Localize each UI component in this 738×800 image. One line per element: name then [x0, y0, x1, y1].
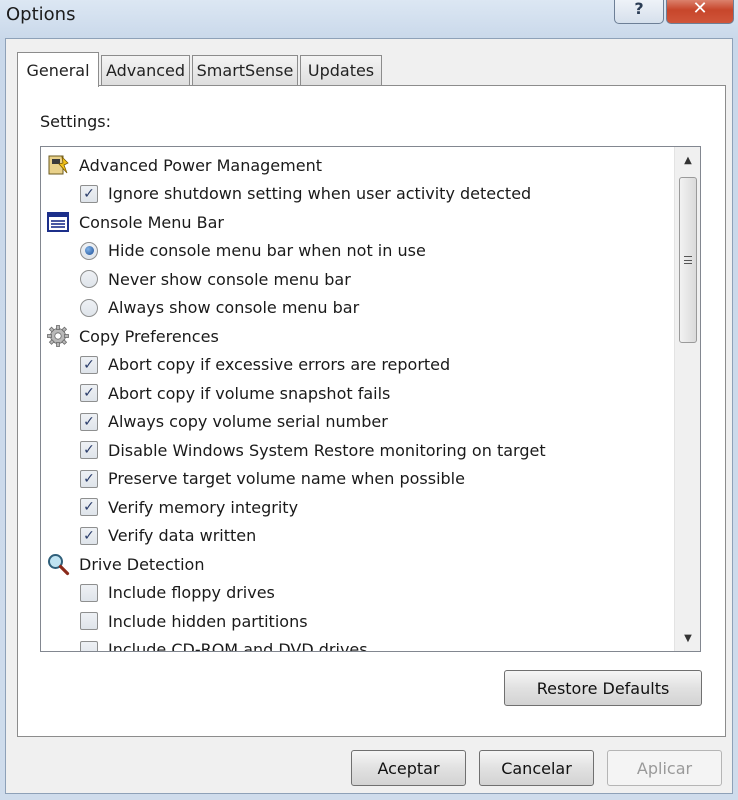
- help-button[interactable]: ?: [614, 0, 664, 24]
- option-label: Always copy volume serial number: [108, 412, 388, 432]
- checkbox-checked[interactable]: ✓: [80, 384, 98, 403]
- checkbox-checked[interactable]: ✓: [80, 526, 98, 545]
- checkbox-checked[interactable]: ✓: [80, 412, 98, 431]
- gear-icon: [46, 324, 70, 348]
- group-label: Advanced Power Management: [79, 155, 322, 175]
- checkbox-option[interactable]: ✓ Ignore shutdown setting when user activ…: [41, 180, 669, 209]
- magnifier-icon: [46, 552, 70, 576]
- checkbox-checked[interactable]: ✓: [80, 441, 98, 460]
- settings-group: Console Menu Bar: [41, 208, 669, 237]
- option-label: Abort copy if excessive errors are repor…: [108, 355, 451, 375]
- grip-icon: [684, 256, 692, 264]
- settings-group: Advanced Power Management: [41, 151, 669, 180]
- option-label: Ignore shutdown setting when user activi…: [108, 184, 532, 204]
- option-label: Verify memory integrity: [108, 497, 299, 517]
- ok-button[interactable]: Aceptar: [351, 750, 466, 786]
- checkbox-option[interactable]: ✓ Always copy volume serial number: [41, 408, 669, 437]
- checkbox-checked[interactable]: ✓: [80, 498, 98, 517]
- checkbox-checked[interactable]: ✓: [80, 469, 98, 488]
- group-label: Copy Preferences: [79, 326, 219, 346]
- checkbox-option[interactable]: Include hidden partitions: [41, 607, 669, 636]
- console-menu-icon: [46, 210, 70, 234]
- settings-label: Settings:: [40, 112, 112, 131]
- tab-updates[interactable]: Updates: [300, 55, 382, 85]
- radio-dot: [84, 246, 94, 256]
- group-label: Console Menu Bar: [79, 212, 224, 232]
- checkbox-option[interactable]: ✓ Disable Windows System Restore monitori…: [41, 436, 669, 465]
- arrow-down-icon: ▼: [684, 632, 692, 644]
- settings-group: Copy Preferences: [41, 322, 669, 351]
- option-label: Include hidden partitions: [108, 611, 308, 631]
- help-icon: ?: [634, 0, 644, 18]
- settings-group: Drive Detection: [41, 550, 669, 579]
- scroll-up-button[interactable]: ▲: [675, 147, 700, 173]
- checkbox-option[interactable]: ✓ Verify data written: [41, 522, 669, 551]
- checkbox-unchecked[interactable]: [80, 640, 98, 651]
- tab-advanced[interactable]: Advanced: [101, 55, 190, 85]
- radio-option[interactable]: Never show console menu bar: [41, 265, 669, 294]
- close-button[interactable]: ✕: [666, 0, 734, 24]
- window-title: Options: [6, 4, 76, 25]
- vertical-scrollbar[interactable]: ▲ ▼: [674, 147, 700, 651]
- option-label: Hide console menu bar when not in use: [108, 241, 426, 261]
- dialog-client-area: General Advanced SmartSense Updates Sett…: [5, 38, 733, 794]
- cancel-button[interactable]: Cancelar: [479, 750, 594, 786]
- close-icon: ✕: [692, 0, 708, 19]
- scroll-down-button[interactable]: ▼: [675, 625, 700, 651]
- radio-option[interactable]: Hide console menu bar when not in use: [41, 237, 669, 266]
- option-label: Include floppy drives: [108, 583, 275, 603]
- radio-unselected[interactable]: [80, 270, 98, 289]
- radio-option[interactable]: Always show console menu bar: [41, 294, 669, 323]
- checkbox-option[interactable]: Include floppy drives: [41, 579, 669, 608]
- tab-general[interactable]: General: [17, 52, 99, 87]
- scroll-thumb[interactable]: [679, 177, 697, 343]
- tab-smartsense[interactable]: SmartSense: [192, 55, 298, 85]
- settings-rows: Advanced Power Management ✓ Ignore shutdow…: [41, 151, 669, 652]
- option-label: Always show console menu bar: [108, 298, 360, 318]
- checkbox-unchecked[interactable]: [80, 583, 98, 602]
- option-label: Never show console menu bar: [108, 269, 351, 289]
- option-label: Disable Windows System Restore monitorin…: [108, 440, 546, 460]
- checkbox-checked[interactable]: ✓: [80, 355, 98, 374]
- checkbox-option[interactable]: ✓ Verify memory integrity: [41, 493, 669, 522]
- restore-defaults-button[interactable]: Restore Defaults: [504, 670, 702, 706]
- radio-unselected[interactable]: [80, 298, 98, 317]
- options-dialog: Options ? ✕ General Advanced SmartSense …: [0, 0, 738, 800]
- general-tab-panel: Settings: Advanced Power Management ✓ Igno…: [17, 85, 726, 737]
- checkbox-unchecked[interactable]: [80, 612, 98, 631]
- option-label: Include CD-ROM and DVD drives: [108, 640, 368, 652]
- checkbox-option[interactable]: Include CD-ROM and DVD drives: [41, 636, 669, 652]
- title-bar[interactable]: Options ? ✕: [0, 0, 738, 38]
- arrow-up-icon: ▲: [684, 154, 692, 166]
- option-label: Abort copy if volume snapshot fails: [108, 383, 391, 403]
- group-label: Drive Detection: [79, 554, 205, 574]
- settings-list[interactable]: Advanced Power Management ✓ Ignore shutdow…: [40, 146, 701, 652]
- checkbox-option[interactable]: ✓ Preserve target volume name when possib…: [41, 465, 669, 494]
- checkbox-option[interactable]: ✓ Abort copy if volume snapshot fails: [41, 379, 669, 408]
- checkbox-option[interactable]: ✓ Abort copy if excessive errors are repo…: [41, 351, 669, 380]
- apply-button[interactable]: Aplicar: [607, 750, 722, 786]
- power-management-icon: [46, 153, 70, 177]
- radio-selected[interactable]: [80, 241, 98, 260]
- option-label: Verify data written: [108, 526, 257, 546]
- checkbox-checked[interactable]: ✓: [80, 184, 98, 203]
- option-label: Preserve target volume name when possibl…: [108, 469, 465, 489]
